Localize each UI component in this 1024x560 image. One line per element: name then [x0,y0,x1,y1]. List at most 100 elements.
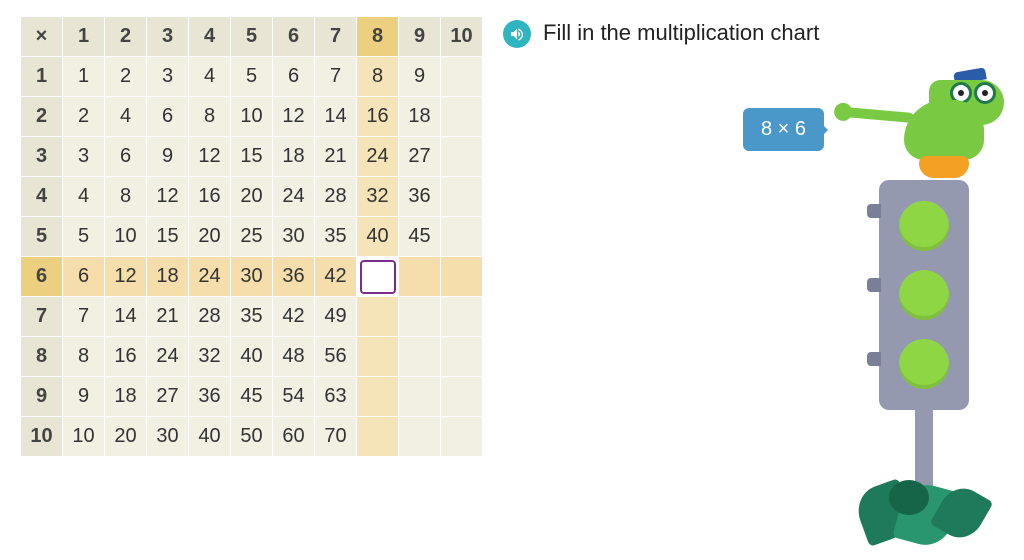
chart-cell: 40 [231,337,273,377]
traffic-light-icon [879,180,969,500]
chart-cell: 2 [105,57,147,97]
chart-cell: 9 [399,57,441,97]
answer-input[interactable] [360,260,396,294]
chart-cell: 3 [147,57,189,97]
chart-cell: 63 [315,377,357,417]
audio-button[interactable] [503,20,531,48]
col-header: 6 [273,17,315,57]
chart-cell: 18 [273,137,315,177]
col-header: 2 [105,17,147,57]
chart-cell: 20 [231,177,273,217]
chart-cell: 42 [315,257,357,297]
chart-cell: 25 [231,217,273,257]
chart-cell: 4 [105,97,147,137]
chart-cell: 6 [63,257,105,297]
chart-cell: 45 [231,377,273,417]
chart-cell: 27 [147,377,189,417]
chart-cell: 40 [189,417,231,457]
chart-cell: 14 [105,297,147,337]
chart-cell: 49 [315,297,357,337]
col-header: 7 [315,17,357,57]
chart-cell: 40 [357,217,399,257]
chart-cell [441,177,483,217]
chart-cell: 36 [273,257,315,297]
chart-cell: 48 [273,337,315,377]
chart-cell: 12 [147,177,189,217]
col-header: 5 [231,17,273,57]
row-header: 4 [21,177,63,217]
chart-cell: 28 [315,177,357,217]
chart-cell: 32 [357,177,399,217]
chart-cell: 10 [231,97,273,137]
chart-cell: 20 [105,417,147,457]
chart-cell: 5 [231,57,273,97]
chart-cell: 12 [105,257,147,297]
row-header: 10 [21,417,63,457]
chart-cell: 35 [231,297,273,337]
chart-cell: 20 [189,217,231,257]
col-header: 9 [399,17,441,57]
chart-cell: 27 [399,137,441,177]
col-header: 4 [189,17,231,57]
chart-cell: 15 [231,137,273,177]
chart-cell: 21 [315,137,357,177]
chart-cell [399,337,441,377]
row-header: 3 [21,137,63,177]
row-header: 7 [21,297,63,337]
chart-cell: 30 [147,417,189,457]
chart-cell [441,217,483,257]
chart-cell: 21 [147,297,189,337]
chart-cell: 16 [105,337,147,377]
chart-cell: 6 [147,97,189,137]
chart-cell [441,297,483,337]
multiplication-chart: ×123456789101123456789224681012141618336… [20,16,483,457]
chart-cell: 32 [189,337,231,377]
chart-cell: 12 [273,97,315,137]
chart-cell: 10 [105,217,147,257]
chart-cell: 1 [63,57,105,97]
chart-cell: 18 [147,257,189,297]
chart-cell [399,297,441,337]
chart-cell [441,417,483,457]
chart-cell: 18 [399,97,441,137]
chart-cell [441,257,483,297]
chart-cell: 4 [63,177,105,217]
chart-cell: 18 [105,377,147,417]
row-header: 1 [21,57,63,97]
chart-cell: 16 [357,97,399,137]
chart-cell [357,297,399,337]
chart-cell: 8 [357,57,399,97]
chart-cell: 50 [231,417,273,457]
chart-cell: 16 [189,177,231,217]
chart-cell: 7 [63,297,105,337]
chart-cell: 60 [273,417,315,457]
chart-cell [399,417,441,457]
chart-cell: 3 [63,137,105,177]
row-header: 5 [21,217,63,257]
chart-cell [399,377,441,417]
chart-cell: 24 [357,137,399,177]
row-header: 9 [21,377,63,417]
chart-cell [357,377,399,417]
chart-cell: 8 [63,337,105,377]
chart-cell: 70 [315,417,357,457]
chart-cell: 56 [315,337,357,377]
chart-cell: 14 [315,97,357,137]
chart-cell: 5 [63,217,105,257]
row-header: 8 [21,337,63,377]
col-header: 10 [441,17,483,57]
chart-cell: 6 [273,57,315,97]
row-header: 2 [21,97,63,137]
chart-cell: 4 [189,57,231,97]
chart-cell: 2 [63,97,105,137]
chart-cell: 8 [189,97,231,137]
col-header: 1 [63,17,105,57]
chart-cell: 24 [147,337,189,377]
chart-cell: 12 [189,137,231,177]
chart-cell: 9 [147,137,189,177]
chart-cell: 6 [105,137,147,177]
chart-cell: 35 [315,217,357,257]
character-illustration [844,60,1004,540]
chart-cell [441,57,483,97]
speech-bubble: 8 × 6 [743,108,824,151]
